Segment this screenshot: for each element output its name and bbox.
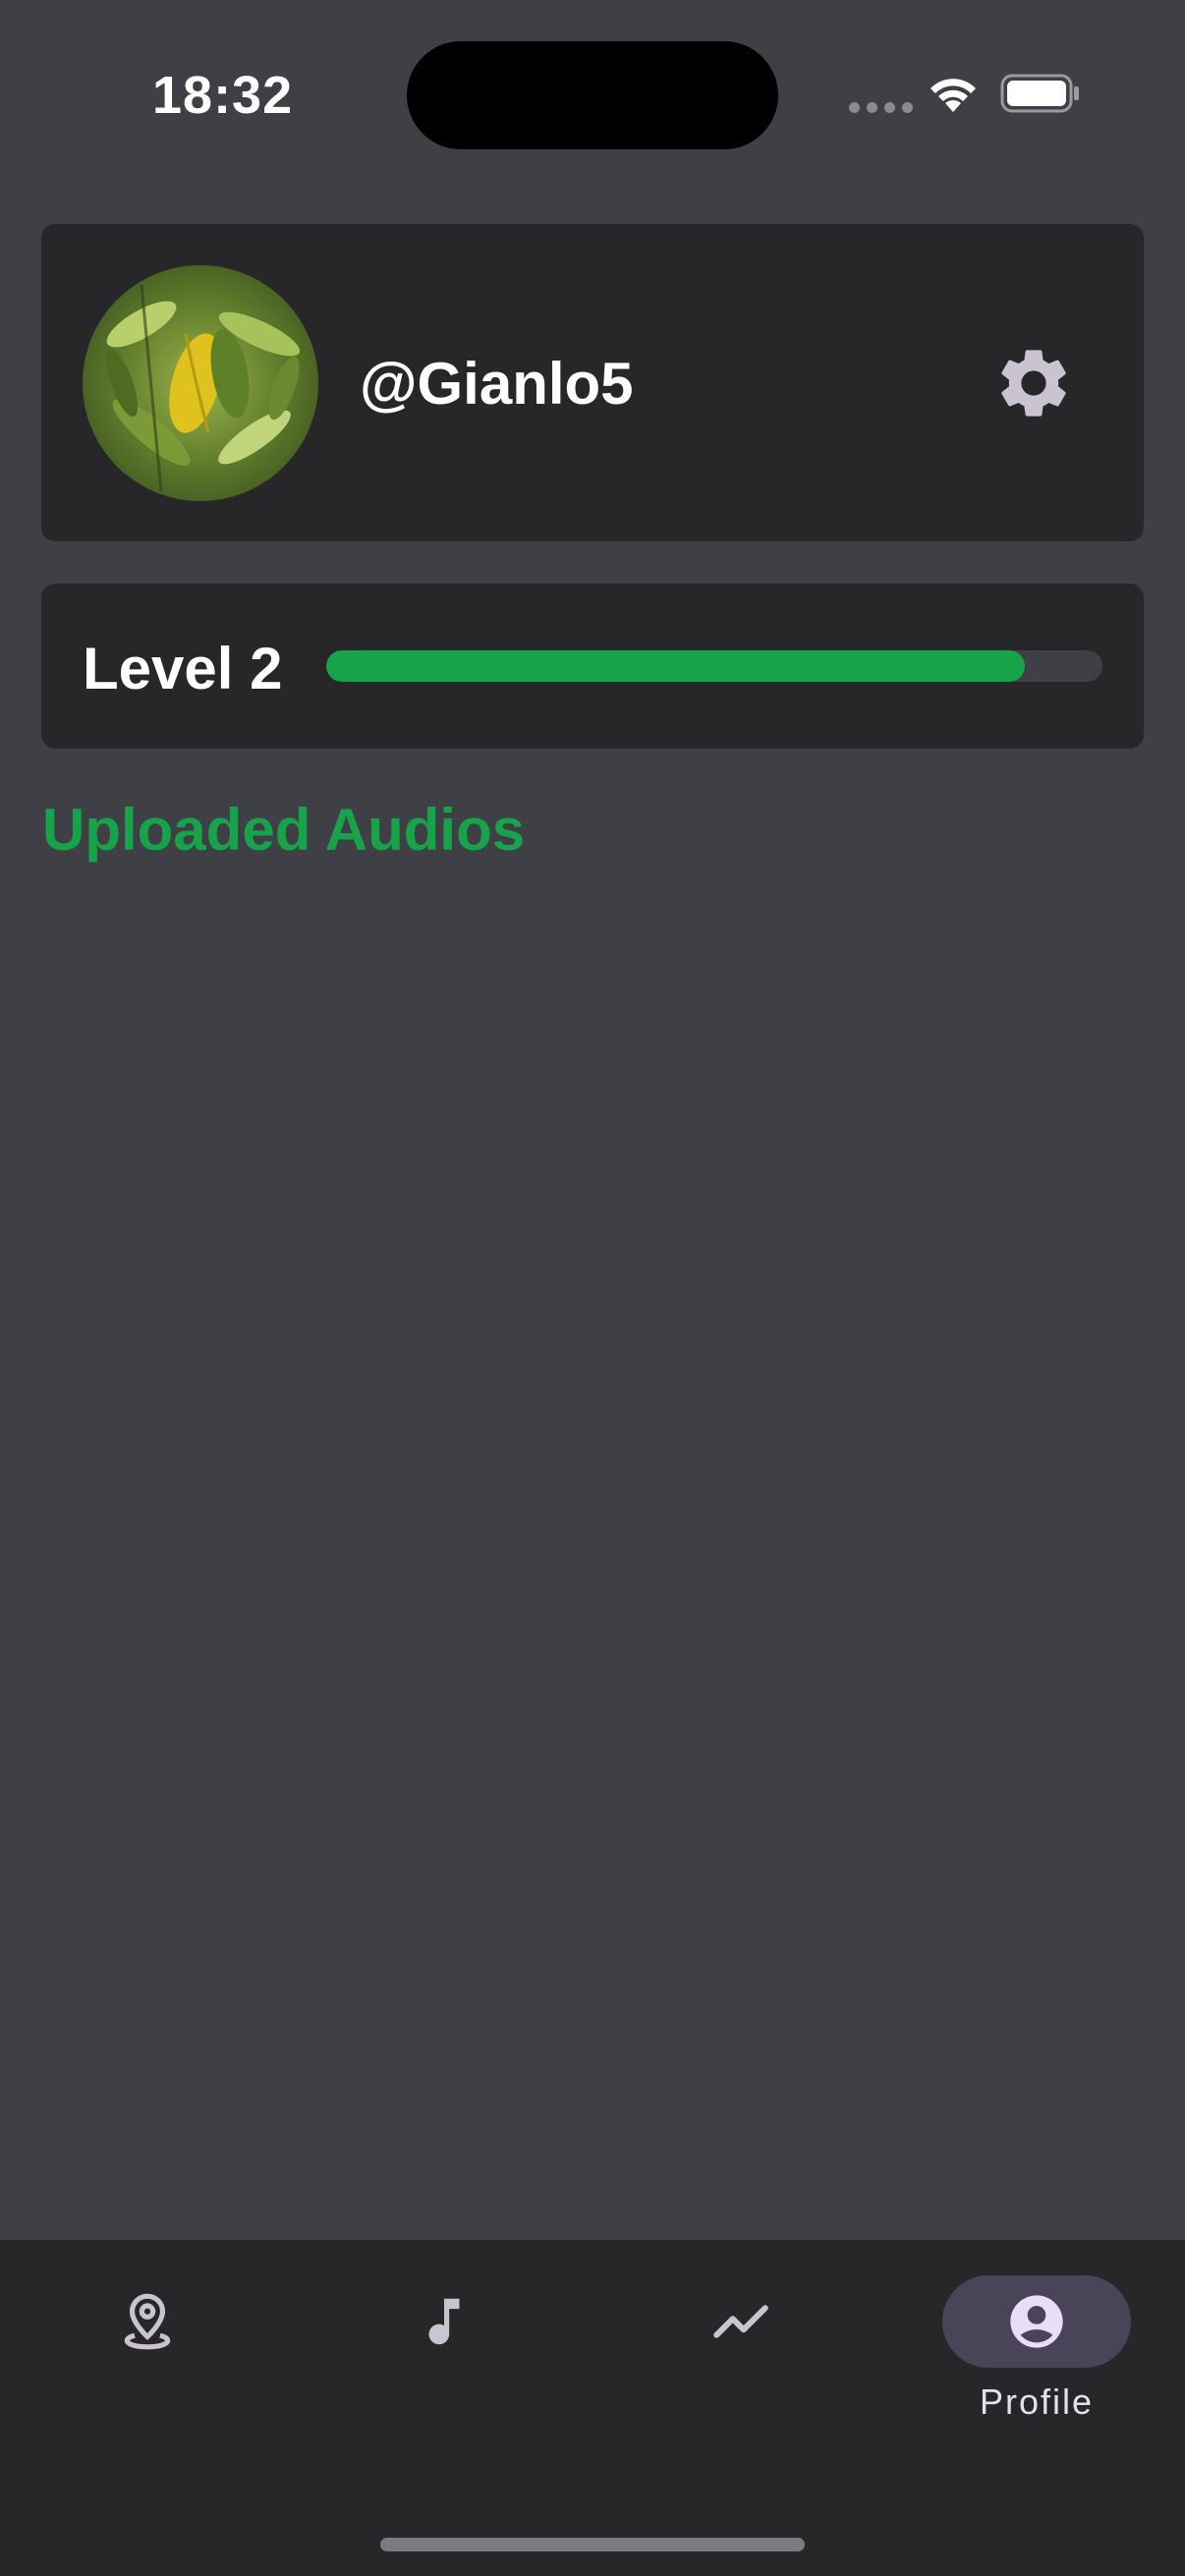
level-label: Level 2 xyxy=(83,636,283,701)
nav-item-music[interactable] xyxy=(346,2275,542,2442)
username: @Gianlo5 xyxy=(360,351,634,417)
nav-item-stats[interactable] xyxy=(643,2275,839,2442)
nav-pill xyxy=(53,2275,242,2368)
signal-dots-icon xyxy=(849,102,913,113)
level-progress-fill xyxy=(326,650,1025,682)
level-card: Level 2 xyxy=(41,584,1144,749)
avatar-leaf-photo xyxy=(83,265,318,501)
gear-icon xyxy=(1001,350,1066,417)
location-pin-icon xyxy=(124,2293,171,2350)
level-progress-bar xyxy=(326,650,1102,682)
bottom-nav: Profile xyxy=(0,2240,1185,2576)
nav-item-map[interactable] xyxy=(49,2275,246,2442)
settings-button[interactable] xyxy=(965,314,1102,452)
status-bar: 18:32 xyxy=(0,0,1185,187)
wifi-icon xyxy=(931,79,976,112)
trending-line-icon xyxy=(713,2305,768,2338)
nav-pill-active xyxy=(942,2275,1131,2368)
music-note-icon xyxy=(428,2298,460,2345)
nav-pill xyxy=(647,2275,835,2368)
dynamic-island xyxy=(407,41,778,149)
home-indicator[interactable] xyxy=(380,2538,805,2551)
battery-icon xyxy=(1000,74,1079,113)
avatar[interactable] xyxy=(83,265,318,501)
nav-item-profile[interactable]: Profile xyxy=(938,2275,1135,2442)
status-time: 18:32 xyxy=(152,66,294,125)
nav-pill xyxy=(350,2275,538,2368)
account-circle-icon xyxy=(1010,2295,1063,2348)
uploaded-audios-title: Uploaded Audios xyxy=(42,797,526,863)
profile-card: @Gianlo5 xyxy=(41,224,1144,541)
nav-label-profile: Profile xyxy=(979,2381,1095,2422)
